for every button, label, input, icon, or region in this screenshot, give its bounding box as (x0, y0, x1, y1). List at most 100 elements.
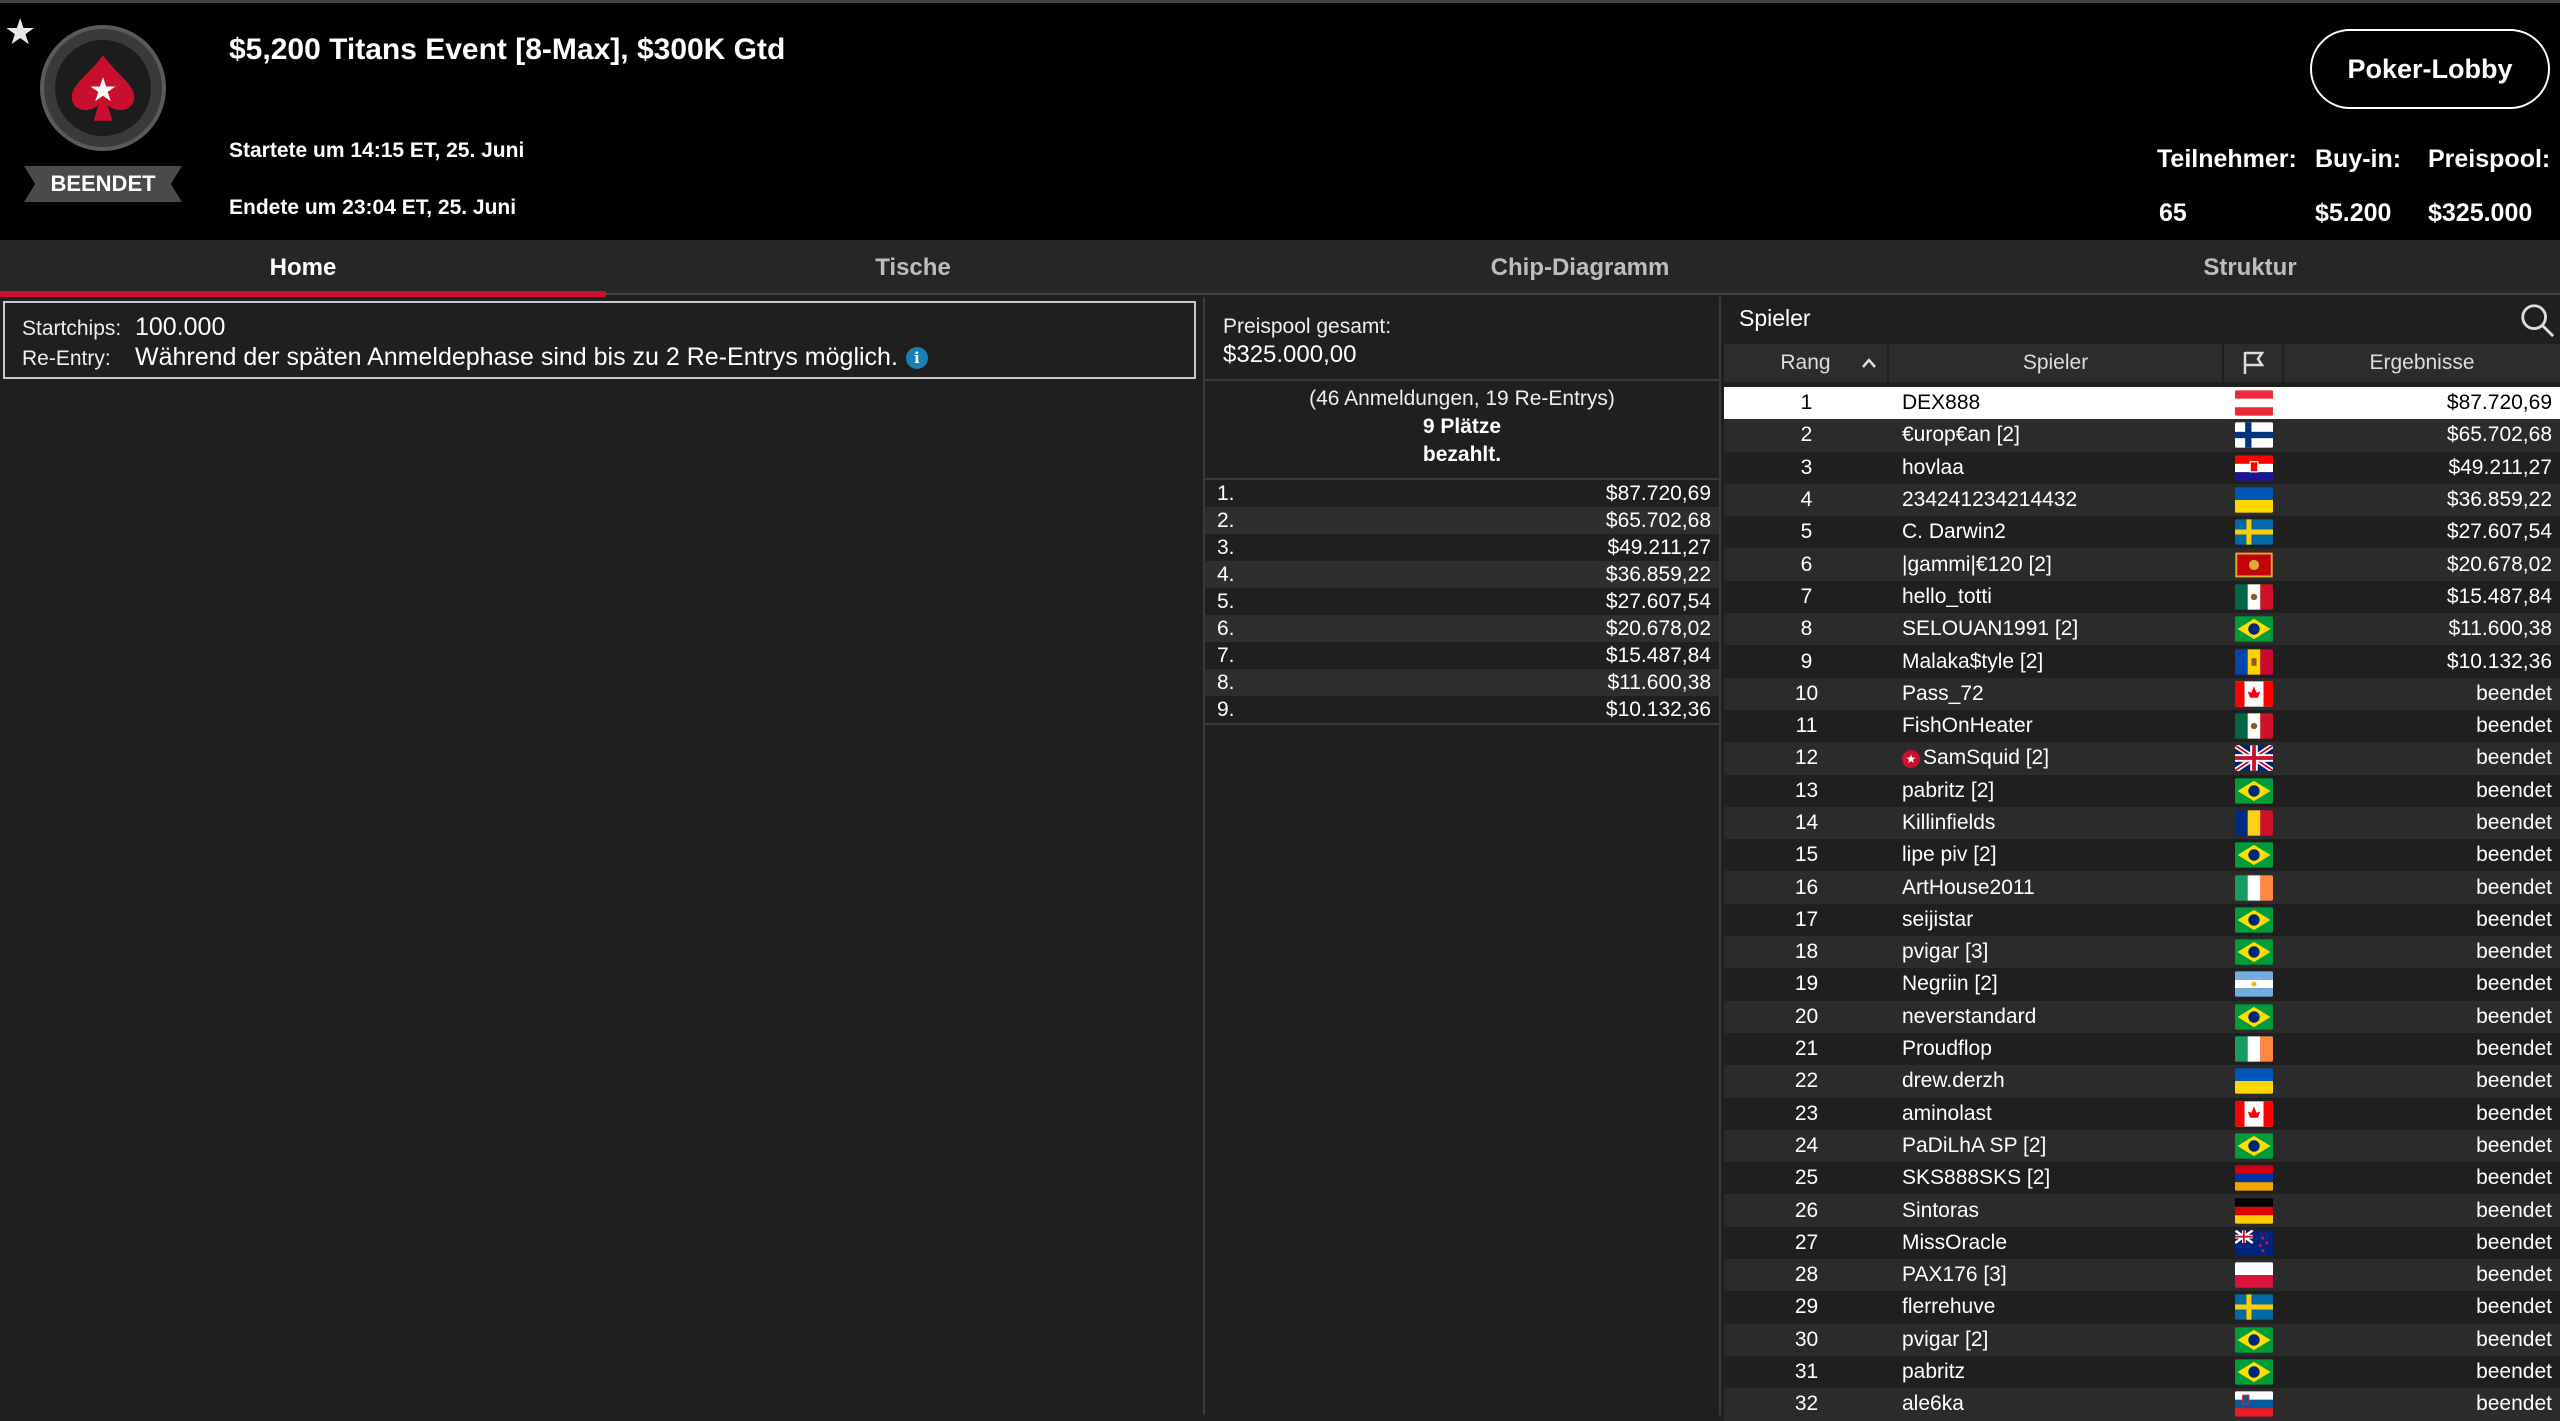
tab-home[interactable]: Home (0, 240, 606, 297)
column-rank-label: Rang (1780, 351, 1831, 374)
status-badge: BEENDET (24, 166, 182, 202)
player-name: Pass_72 (1902, 681, 1984, 705)
table-row[interactable]: 30 pvigar [2] beendet (1724, 1323, 2560, 1356)
column-rank[interactable]: Rang (1724, 344, 1889, 382)
table-row[interactable]: 15 lipe piv [2] beendet (1724, 839, 2560, 871)
table-row[interactable]: 25 SKS888SKS [2] beendet (1724, 1162, 2560, 1194)
table-row[interactable]: 28 PAX176 [3] beendet (1724, 1259, 2560, 1292)
table-row[interactable]: 21 Proudflop beendet (1724, 1033, 2560, 1065)
table-row[interactable]: 9 Malaka$tyle [2] $10.132,36 (1724, 645, 2560, 677)
player-result: $11.600,38 (2448, 617, 2552, 641)
player-country (2224, 1101, 2284, 1127)
table-row[interactable]: 26 Sintoras beendet (1724, 1194, 2560, 1227)
table-row[interactable]: 10 Pass_72 beendet (1724, 677, 2560, 710)
player-name-cell: drew.derzh (1889, 1069, 2224, 1093)
table-row[interactable]: 29 flerrehuve beendet (1724, 1291, 2560, 1323)
sweden-flag-icon (2235, 1294, 2273, 1321)
table-row[interactable]: 7 hello_totti $15.487,84 (1724, 581, 2560, 613)
ukraine-flag-icon (2235, 1068, 2273, 1095)
player-name-cell: flerrehuve (1889, 1295, 2224, 1319)
player-country (2224, 1165, 2284, 1191)
player-result: beendet (2476, 811, 2552, 834)
player-name-cell: Pass_72 (1889, 682, 2224, 706)
star-icon[interactable]: ★ (4, 11, 36, 53)
table-row[interactable]: 16 ArtHouse2011 beendet (1724, 871, 2560, 904)
table-row[interactable]: 18 pvigar [3] beendet (1724, 936, 2560, 969)
table-row[interactable]: 11 FishOnHeater beendet (1724, 710, 2560, 742)
table-row[interactable]: 27 MissOracle beendet (1724, 1227, 2560, 1259)
player-name-cell: pabritz (1889, 1360, 2224, 1384)
tab-bar: Home Tische Chip-Diagramm Struktur (0, 240, 2560, 297)
column-player[interactable]: Spieler (1889, 344, 2224, 382)
prize-panel: Preispool gesamt: $325.000,00 (46 Anmeld… (1203, 297, 1721, 1415)
player-name: Killinfields (1902, 811, 1996, 834)
table-row[interactable]: 17 seijistar beendet (1724, 904, 2560, 936)
table-row[interactable]: 13 pabritz [2] beendet (1724, 775, 2560, 807)
table-row[interactable]: 22 drew.derzh beendet (1724, 1065, 2560, 1098)
player-country (2224, 487, 2284, 513)
tab-tables[interactable]: Tische (606, 240, 1220, 295)
table-row[interactable]: 2 €urop€an [2] $65.702,68 (1724, 419, 2560, 452)
player-rank: 25 (1794, 1166, 1819, 1190)
payout-amount: $65.702,68 (1605, 508, 1711, 532)
argentina-flag-icon (2235, 971, 2273, 998)
table-row[interactable]: 3 hovlaa $49.211,27 (1724, 452, 2560, 484)
flag-icon (2243, 351, 2265, 374)
romania-flag-icon (2235, 810, 2273, 836)
table-row[interactable]: 32 ale6ka beendet (1724, 1388, 2560, 1421)
canada-flag-icon (2235, 681, 2273, 707)
player-rank: 15 (1794, 843, 1819, 867)
search-icon[interactable] (2518, 301, 2556, 339)
table-row[interactable]: 12 ★ SamSquid [2] beendet (1724, 742, 2560, 775)
player-name-cell: C. Darwin2 (1889, 520, 2224, 544)
table-row[interactable]: 31 pabritz beendet (1724, 1356, 2560, 1388)
player-rank: 16 (1794, 875, 1819, 899)
table-row[interactable]: 24 PaDiLhA SP [2] beendet (1724, 1129, 2560, 1163)
player-name-cell: PAX176 [3] (1889, 1263, 2224, 1287)
player-rank: 28 (1794, 1263, 1819, 1287)
table-row[interactable]: 20 neverstandard beendet (1724, 1000, 2560, 1033)
tab-structure[interactable]: Struktur (1940, 240, 2560, 295)
payout-amount: $49.211,27 (1607, 535, 1711, 559)
player-country (2224, 390, 2284, 416)
tournament-header: ★ BEENDET $5,200 Titans Event [8-Max], $… (0, 0, 2560, 240)
player-name: Sintoras (1902, 1198, 1980, 1222)
player-name: DEX888 (1902, 391, 1981, 415)
player-name: Malaka$tyle [2] (1902, 649, 2044, 673)
table-row[interactable]: 8 SELOUAN1991 [2] $11.600,38 (1724, 613, 2560, 646)
payout-row: 2. $65.702,68 (1205, 507, 1719, 534)
player-name-cell: FishOnHeater (1889, 714, 2224, 738)
player-name-cell: pvigar [2] (1889, 1328, 2224, 1352)
tab-chip-chart[interactable]: Chip-Diagramm (1220, 240, 1940, 295)
column-result[interactable]: Ergebnisse (2284, 344, 2560, 382)
player-rank: 27 (1794, 1230, 1819, 1254)
table-row[interactable]: 14 Killinfields beendet (1724, 806, 2560, 840)
player-name: flerrehuve (1902, 1295, 1996, 1319)
player-name-cell: ArtHouse2011 (1889, 876, 2224, 900)
table-row[interactable]: 4 234241234214432 $36.859,22 (1724, 483, 2560, 517)
germany-flag-icon (2235, 1197, 2273, 1224)
player-name: FishOnHeater (1902, 714, 2033, 738)
prizepool-label: Preispool: (2428, 145, 2551, 173)
player-name: ArtHouse2011 (1902, 875, 2035, 899)
table-row[interactable]: 19 Negriin [2] beendet (1724, 968, 2560, 1000)
table-row[interactable]: 5 C. Darwin2 $27.607,54 (1724, 516, 2560, 548)
table-row[interactable]: 1 DEX888 $87.720,69 (1724, 387, 2560, 420)
player-name: aminolast (1902, 1101, 1992, 1125)
poker-lobby-button[interactable]: Poker-Lobby (2310, 29, 2550, 109)
player-search-bar[interactable]: Spieler (1724, 297, 2560, 341)
end-time: Endete um 23:04 ET, 25. Juni (229, 196, 517, 219)
info-icon[interactable]: i (905, 347, 928, 370)
payout-row: 5. $27.607,54 (1205, 588, 1719, 615)
finland-flag-icon (2235, 422, 2273, 449)
player-name: ale6ka (1902, 1392, 1964, 1416)
table-row[interactable]: 6 |gammi|€120 [2] $20.678,02 (1724, 548, 2560, 581)
player-name: PaDiLhA SP [2] (1902, 1133, 2047, 1157)
payout-place: 5. (1217, 589, 1235, 613)
player-result: beendet (2476, 972, 2552, 996)
table-row[interactable]: 23 aminolast beendet (1724, 1098, 2560, 1130)
column-country[interactable] (2224, 344, 2284, 382)
player-name-cell: Malaka$tyle [2] (1889, 650, 2224, 674)
player-name: 234241234214432 (1902, 488, 2078, 512)
player-rank: 12 (1794, 746, 1819, 770)
